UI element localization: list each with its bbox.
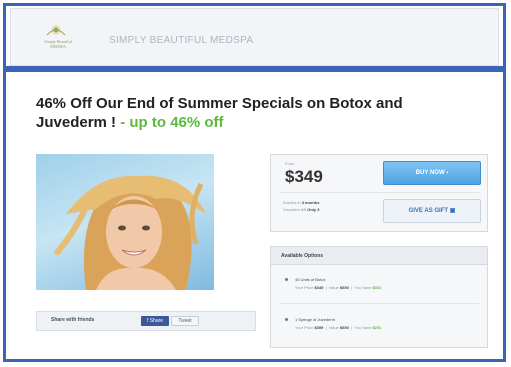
share-bar: Share with friends f Share Tweet <box>36 311 256 331</box>
from-label: From <box>285 161 295 166</box>
gift-icon: ▣ <box>449 208 456 214</box>
deal-discount-accent: - up to 46% off <box>116 114 224 131</box>
option-prices: Your Price $349 | Value $650 | You Save … <box>295 285 382 290</box>
price-divider <box>279 192 479 193</box>
options-heading: Available Options <box>271 247 487 265</box>
option-prices: Your Price $399 | Value $650 | You Save … <box>295 325 382 330</box>
deal-title: 46% Off Our End of Summer Specials on Bo… <box>36 95 403 131</box>
site-header: Simply Beautiful MEDSPA SIMPLY BEAUTIFUL… <box>10 8 499 66</box>
logo-text: Simply Beautiful MEDSPA <box>44 39 72 49</box>
share-label: Share with friends <box>51 317 95 323</box>
buy-now-button[interactable]: BUY NOW › <box>383 161 481 185</box>
give-as-gift-button[interactable]: GIVE AS GIFT ▣ <box>383 199 481 223</box>
option-divider <box>279 303 479 304</box>
site-logo[interactable]: Simply Beautiful MEDSPA <box>39 19 73 55</box>
brand-name: SIMPLY BEAUTIFUL MEDSPA <box>109 35 254 46</box>
facebook-share-button[interactable]: f Share <box>141 316 169 326</box>
bullet-icon <box>285 318 288 321</box>
logo-flower-icon <box>46 25 66 36</box>
price-block: From $349 <box>281 161 373 191</box>
available-options: Available Options 40 Units of Botox Your… <box>270 246 488 348</box>
header-divider <box>6 66 503 72</box>
bullet-icon <box>285 278 288 281</box>
page-frame: Simply Beautiful MEDSPA SIMPLY BEAUTIFUL… <box>3 3 506 362</box>
option-name: 40 Units of Botox <box>295 277 326 282</box>
option-name: 1 Syringe of Juvederm <box>295 317 336 322</box>
deal-photo <box>36 154 214 290</box>
deal-price: $349 <box>285 167 323 186</box>
expiry-info: Expires in 3 months Vouchers left Only 3 <box>283 200 320 212</box>
woman-portrait-image <box>53 175 206 290</box>
price-box: From $349 BUY NOW › Expires in 3 months … <box>270 154 488 232</box>
twitter-tweet-button[interactable]: Tweet <box>171 316 199 326</box>
